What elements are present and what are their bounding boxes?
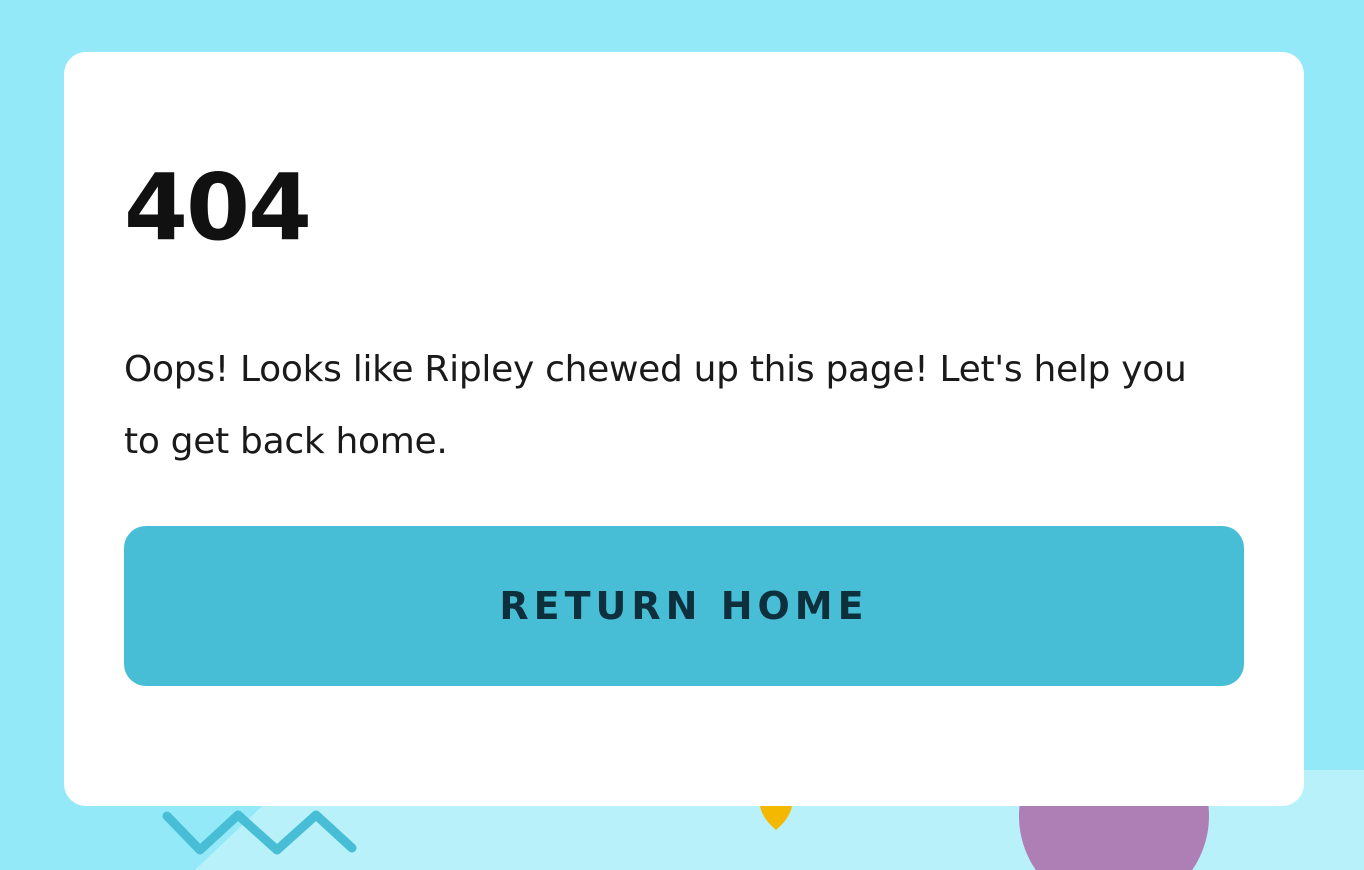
error-card: 404 Oops! Looks like Ripley chewed up th… bbox=[64, 52, 1304, 806]
error-message: Oops! Looks like Ripley chewed up this p… bbox=[124, 349, 1187, 462]
return-home-label: RETURN HOME bbox=[499, 584, 869, 628]
error-code: 404 bbox=[124, 154, 312, 261]
return-home-button[interactable]: RETURN HOME bbox=[124, 526, 1244, 686]
